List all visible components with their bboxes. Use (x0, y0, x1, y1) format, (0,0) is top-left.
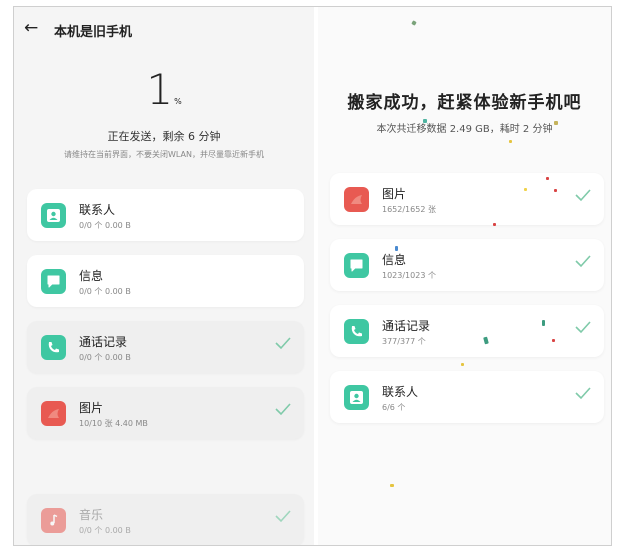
check-icon (575, 255, 591, 268)
list-item-messages: 信息 0/0 个 0.00 B (27, 255, 304, 307)
list-item-photos: 图片 1652/1652 张 (330, 173, 604, 225)
item-count: 0/0 个 0.00 B (79, 221, 131, 230)
check-icon (275, 403, 291, 416)
progress-percent: 1% (14, 65, 314, 114)
screenshot-frame: ← 本机是旧手机 1% 正在发送，剩余 6 分钟 请维持在当前界面，不要关闭WL… (13, 6, 612, 546)
list-item-call-log: 通话记录 377/377 个 (330, 305, 604, 357)
check-icon (575, 321, 591, 334)
top-bar: ← 本机是旧手机 (14, 7, 314, 51)
check-icon (575, 189, 591, 202)
old-phone-panel: ← 本机是旧手机 1% 正在发送，剩余 6 分钟 请维持在当前界面，不要关闭WL… (14, 7, 314, 545)
success-title: 搬家成功，赶紧体验新手机吧 (347, 93, 582, 113)
transfer-status: 正在发送，剩余 6 分钟 (107, 130, 221, 143)
confetti-piece (509, 140, 512, 143)
item-count: 1652/1652 张 (382, 205, 436, 214)
photo-icon (41, 401, 66, 426)
contact-icon (41, 203, 66, 228)
list-item-call-log: 通话记录 0/0 个 0.00 B (27, 321, 304, 373)
item-count: 1023/1023 个 (382, 271, 436, 280)
item-count: 0/0 个 0.00 B (79, 353, 131, 362)
list-item-messages: 信息 1023/1023 个 (330, 239, 604, 291)
item-title: 信息 (382, 253, 407, 267)
page-title: 本机是旧手机 (54, 25, 133, 40)
item-count: 0/0 个 0.00 B (79, 287, 131, 296)
message-icon (344, 253, 369, 278)
item-title: 通话记录 (382, 319, 431, 333)
item-title: 图片 (382, 187, 407, 201)
music-icon (41, 508, 66, 533)
item-title: 信息 (79, 269, 104, 283)
arrow-left-icon[interactable]: ← (24, 19, 38, 37)
check-icon (575, 387, 591, 400)
confetti-piece (461, 363, 464, 366)
message-icon (41, 269, 66, 294)
percent-value: 1 (146, 65, 173, 114)
list-item-contacts: 联系人 6/6 个 (330, 371, 604, 423)
transfer-hint: 请维持在当前界面，不要关闭WLAN，并尽量靠近新手机 (63, 150, 264, 159)
confetti-piece (554, 121, 558, 125)
confetti-piece (552, 339, 555, 342)
confetti-piece (411, 20, 417, 26)
item-count: 10/10 张 4.40 MB (79, 419, 148, 428)
item-title: 联系人 (79, 203, 116, 217)
confetti-piece (554, 189, 557, 192)
list-item-contacts: 联系人 0/0 个 0.00 B (27, 189, 304, 241)
check-icon (275, 337, 291, 350)
item-title: 通话记录 (79, 335, 128, 349)
item-title: 联系人 (382, 385, 419, 399)
item-count: 377/377 个 (382, 337, 426, 346)
list-item-photos: 图片 10/10 张 4.40 MB (27, 387, 304, 439)
confetti-piece (423, 119, 427, 123)
confetti-piece (524, 188, 527, 191)
item-title: 图片 (79, 401, 104, 415)
percent-sign: % (174, 97, 182, 106)
phone-icon (41, 335, 66, 360)
item-count: 6/6 个 (382, 403, 406, 412)
phone-icon (344, 319, 369, 344)
confetti-piece (493, 223, 496, 226)
list-item-music: 音乐 0/0 个 0.00 B (27, 494, 304, 545)
confetti-piece (395, 246, 398, 251)
success-summary: 本次共迁移数据 2.49 GB，耗时 2 分钟 (376, 124, 553, 135)
photo-icon (344, 187, 369, 212)
item-count: 0/0 个 0.00 B (79, 526, 131, 535)
confetti-piece (542, 320, 545, 326)
confetti-piece (546, 177, 549, 180)
confetti-piece (390, 484, 394, 487)
new-phone-panel: 搬家成功，赶紧体验新手机吧 本次共迁移数据 2.49 GB，耗时 2 分钟 图片… (318, 7, 611, 545)
check-icon (275, 510, 291, 523)
contact-icon (344, 385, 369, 410)
item-title: 音乐 (79, 508, 104, 522)
